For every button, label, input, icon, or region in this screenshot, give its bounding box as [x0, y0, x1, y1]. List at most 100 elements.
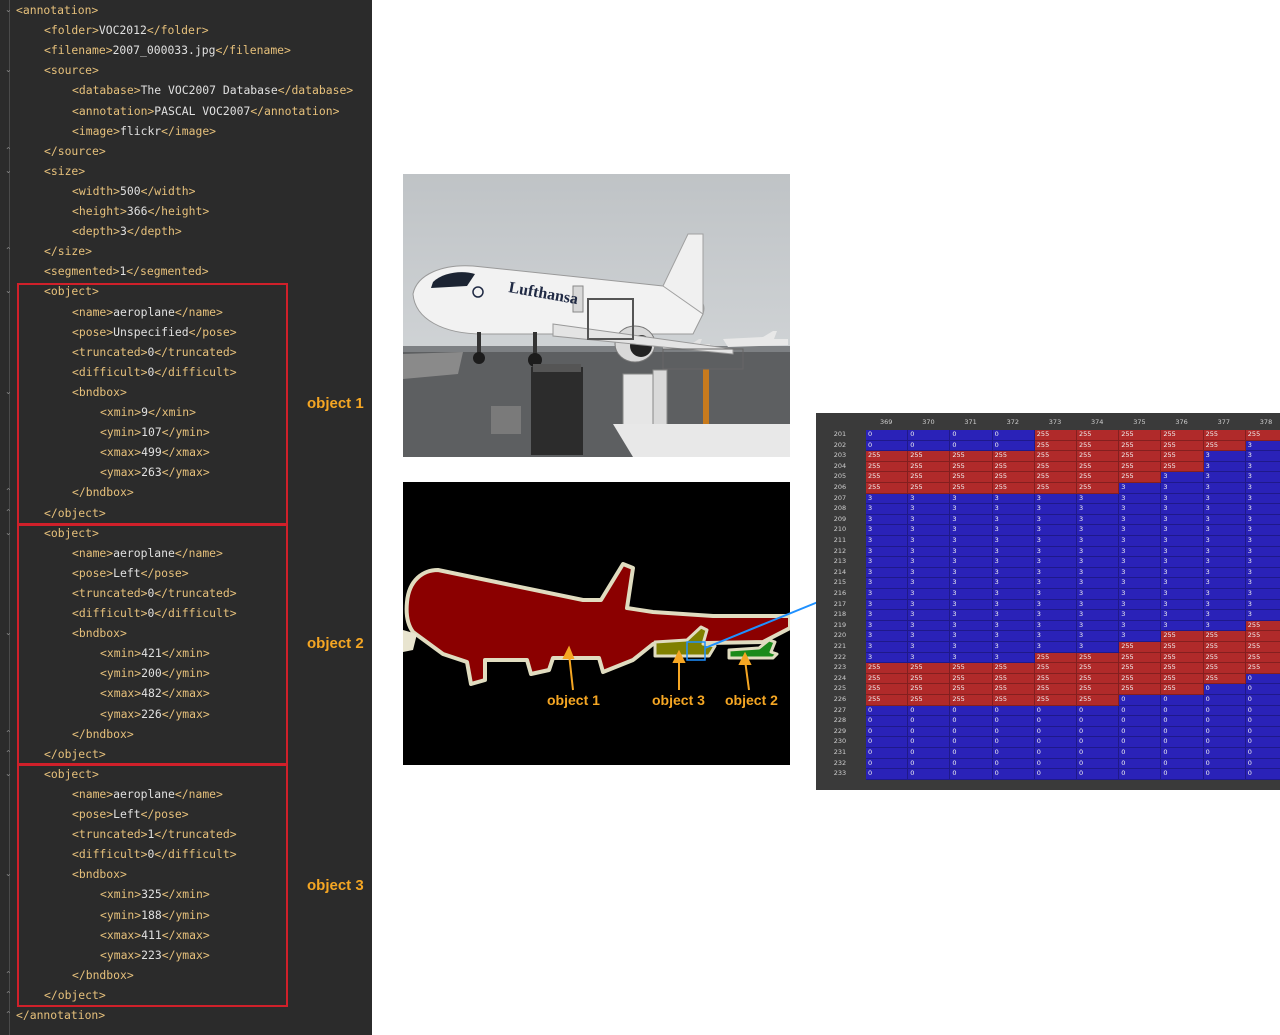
table-cell[interactable]: 255 — [992, 673, 1035, 685]
table-cell[interactable]: 3 — [950, 493, 993, 505]
table-cell[interactable]: 255 — [1077, 695, 1120, 706]
table-cell[interactable]: 3 — [1161, 536, 1204, 547]
table-cell[interactable]: 3 — [1077, 546, 1120, 558]
table-cell[interactable]: 3 — [1161, 599, 1204, 611]
table-cell[interactable]: 3 — [1161, 493, 1204, 505]
table-cell[interactable]: 3 — [866, 514, 909, 526]
table-cell[interactable]: 0 — [908, 705, 951, 717]
table-cell[interactable]: 0 — [950, 769, 993, 780]
table-cell[interactable]: 255 — [908, 695, 951, 706]
table-cell[interactable]: 3 — [1245, 567, 1280, 579]
table-cell[interactable]: 3 — [1119, 514, 1162, 526]
table-cell[interactable]: 0 — [1077, 705, 1120, 717]
table-cell[interactable]: 255 — [908, 472, 951, 483]
table-cell[interactable]: 3 — [992, 557, 1035, 568]
table-column-header[interactable]: 378 — [1260, 415, 1272, 429]
table-cell[interactable]: 3 — [866, 631, 909, 642]
table-cell[interactable]: 0 — [866, 716, 909, 727]
table-cell[interactable]: 255 — [1245, 631, 1280, 642]
table-cell[interactable]: 255 — [1119, 642, 1162, 653]
table-cell[interactable]: 255 — [866, 472, 909, 483]
table-cell[interactable]: 3 — [908, 525, 951, 536]
table-cell[interactable]: 3 — [866, 504, 909, 515]
table-cell[interactable]: 3 — [1245, 525, 1280, 536]
table-cell[interactable]: 0 — [1203, 695, 1246, 706]
table-cell[interactable]: 255 — [1161, 631, 1204, 642]
table-cell[interactable]: 0 — [950, 440, 993, 452]
table-column-header[interactable]: 374 — [1091, 415, 1103, 429]
table-cell[interactable]: 255 — [1203, 673, 1246, 685]
table-cell[interactable]: 3 — [1119, 631, 1162, 642]
table-cell[interactable]: 3 — [1077, 493, 1120, 505]
table-cell[interactable]: 0 — [1077, 758, 1120, 770]
table-cell[interactable]: 3 — [1161, 546, 1204, 558]
table-cell[interactable]: 255 — [950, 663, 993, 674]
table-cell[interactable]: 3 — [950, 567, 993, 579]
table-cell[interactable]: 255 — [1203, 663, 1246, 674]
table-cell[interactable]: 255 — [908, 663, 951, 674]
table-cell[interactable]: 3 — [950, 631, 993, 642]
table-cell[interactable]: 255 — [950, 472, 993, 483]
table-cell[interactable]: 255 — [1119, 663, 1162, 674]
table-cell[interactable]: 255 — [908, 684, 951, 695]
table-cell[interactable]: 255 — [1245, 652, 1280, 664]
table-cell[interactable]: 3 — [1034, 546, 1077, 558]
table-cell[interactable]: 255 — [950, 673, 993, 685]
table-cell[interactable]: 3 — [1034, 525, 1077, 536]
table-cell[interactable]: 3 — [866, 578, 909, 589]
table-cell[interactable]: 3 — [1161, 567, 1204, 579]
table-cell[interactable]: 255 — [950, 483, 993, 494]
table-column-header[interactable]: 369 — [880, 415, 892, 429]
table-cell[interactable]: 3 — [1203, 599, 1246, 611]
table-cell[interactable]: 255 — [1034, 684, 1077, 695]
table-cell[interactable]: 3 — [1161, 620, 1204, 632]
table-cell[interactable]: 3 — [908, 536, 951, 547]
table-cell[interactable]: 3 — [1161, 504, 1204, 515]
table-cell[interactable]: 0 — [1119, 737, 1162, 748]
table-cell[interactable]: 255 — [950, 451, 993, 462]
table-cell[interactable]: 0 — [908, 737, 951, 748]
table-cell[interactable]: 3 — [866, 620, 909, 632]
table-column-header[interactable]: 373 — [1049, 415, 1061, 429]
table-cell[interactable]: 3 — [1034, 631, 1077, 642]
table-cell[interactable]: 255 — [1077, 440, 1120, 452]
table-cell[interactable]: 3 — [992, 599, 1035, 611]
table-cell[interactable]: 3 — [866, 536, 909, 547]
table-cell[interactable]: 255 — [1034, 472, 1077, 483]
table-cell[interactable]: 3 — [1119, 599, 1162, 611]
table-cell[interactable]: 3 — [1034, 567, 1077, 579]
table-column-header[interactable]: 377 — [1218, 415, 1230, 429]
table-cell[interactable]: 3 — [1161, 557, 1204, 568]
table-column-header[interactable]: 372 — [1007, 415, 1019, 429]
table-cell[interactable]: 255 — [1077, 451, 1120, 462]
table-cell[interactable]: 3 — [950, 620, 993, 632]
table-cell[interactable]: 3 — [1161, 610, 1204, 621]
table-cell[interactable]: 255 — [1245, 642, 1280, 653]
table-cell[interactable]: 3 — [908, 620, 951, 632]
table-cell[interactable]: 0 — [1161, 758, 1204, 770]
table-cell[interactable]: 3 — [1077, 610, 1120, 621]
table-cell[interactable]: 3 — [1161, 525, 1204, 536]
table-cell[interactable]: 3 — [1034, 504, 1077, 515]
table-cell[interactable]: 0 — [1077, 726, 1120, 738]
table-cell[interactable]: 0 — [950, 737, 993, 748]
table-cell[interactable]: 3 — [1034, 642, 1077, 653]
table-cell[interactable]: 3 — [950, 536, 993, 547]
table-cell[interactable]: 3 — [1119, 578, 1162, 589]
table-cell[interactable]: 3 — [1245, 514, 1280, 526]
table-cell[interactable]: 0 — [1119, 695, 1162, 706]
table-cell[interactable]: 0 — [950, 748, 993, 759]
table-cell[interactable]: 0 — [1245, 716, 1280, 727]
table-cell[interactable]: 255 — [908, 461, 951, 473]
table-cell[interactable]: 0 — [1245, 684, 1280, 695]
table-cell[interactable]: 0 — [866, 430, 909, 441]
table-cell[interactable]: 255 — [1034, 440, 1077, 452]
table-cell[interactable]: 3 — [1034, 514, 1077, 526]
table-cell[interactable]: 3 — [1203, 483, 1246, 494]
table-cell[interactable]: 255 — [992, 483, 1035, 494]
table-cell[interactable]: 255 — [1161, 440, 1204, 452]
table-cell[interactable]: 0 — [908, 769, 951, 780]
table-cell[interactable]: 3 — [1119, 483, 1162, 494]
table-cell[interactable]: 0 — [1119, 705, 1162, 717]
table-cell[interactable]: 0 — [1203, 737, 1246, 748]
